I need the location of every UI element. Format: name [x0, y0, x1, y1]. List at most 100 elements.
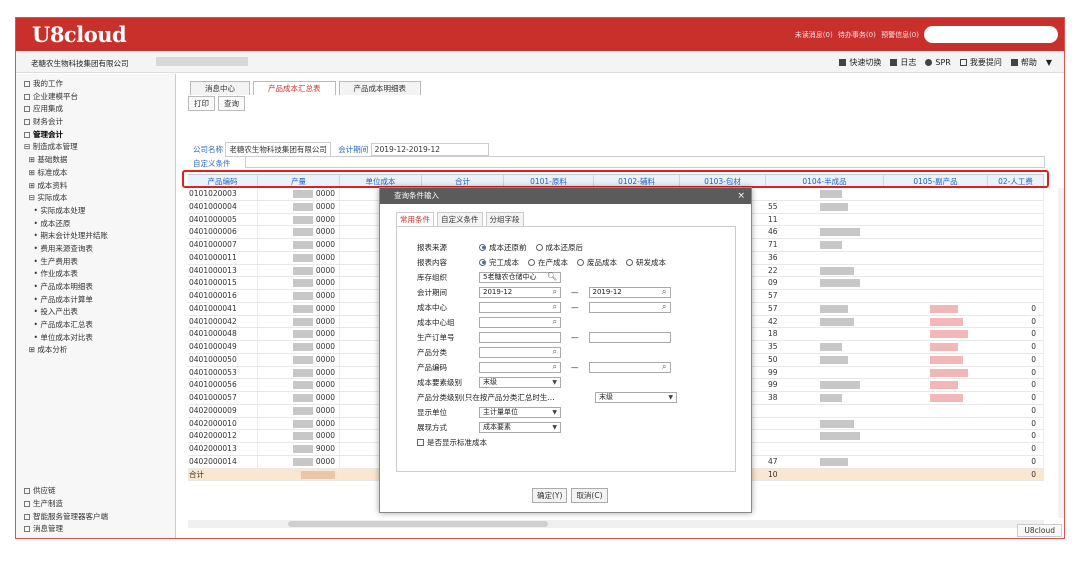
ok-button[interactable]: 确定(Y)	[532, 488, 568, 503]
period-from-input[interactable]: 2019-12 ⌕	[479, 286, 561, 298]
global-search-input[interactable]	[924, 26, 1058, 43]
vertical-scrollbar[interactable]	[1058, 188, 1064, 518]
app-logo: U8cloud	[32, 22, 127, 47]
radio-rnd[interactable]: 研发成本	[626, 257, 666, 268]
labor-cost-value: 0	[1031, 393, 1036, 402]
quick-switch-button[interactable]: 快速切换	[839, 57, 881, 68]
sidebar-item[interactable]: 应用集成	[24, 103, 175, 116]
warehouse-row: 库存组织 5老糖农仓储中心 🔍︎	[417, 271, 561, 283]
cost-center-group-input[interactable]: ⌕	[479, 316, 561, 328]
notices: 未读消息(0) 待办事务(0) 预警信息(0)	[792, 30, 919, 40]
cost-center-from-input[interactable]: ⌕	[479, 301, 561, 313]
cat-level-select[interactable]: 末级 ▼	[595, 391, 677, 403]
labor-cost-value: 0	[1031, 367, 1036, 377]
tab-custom-conditions[interactable]: 自定义条件	[437, 212, 483, 227]
sidebar-item[interactable]: • 成本还原	[24, 218, 175, 231]
ask-question-button[interactable]: 我要提问	[959, 57, 1002, 68]
alert-link[interactable]: 预警信息(0)	[881, 31, 919, 39]
sidebar-item[interactable]: • 期末会计处理并结账	[24, 230, 175, 243]
sidebar-item[interactable]: • 产品成本明细表	[24, 281, 175, 294]
help-button[interactable]: 帮助	[1010, 57, 1037, 68]
spr-button[interactable]: SPR	[925, 57, 951, 68]
search-icon[interactable]: 🔍︎	[547, 272, 557, 281]
todo-link[interactable]: 待办事务(0)	[838, 31, 876, 39]
company-filter-value: 老糖农生物科技集团有限公司	[225, 142, 331, 157]
order-to-input[interactable]	[588, 331, 671, 343]
sidebar-item[interactable]: 财务会计	[24, 116, 175, 129]
sidebar-item[interactable]: ⊞ 标准成本	[24, 167, 175, 180]
unread-messages-link[interactable]: 未读消息(0)	[795, 31, 833, 39]
search-icon[interactable]: ⌕	[553, 317, 557, 326]
radio-after-restore[interactable]: 成本还原后	[535, 242, 583, 253]
category-input[interactable]: ⌕	[479, 346, 561, 358]
product-code-cell: 0401000004	[188, 200, 258, 213]
period-to-input[interactable]: 2019-12 ⌕	[588, 286, 671, 298]
sidebar-item[interactable]: • 产品成本汇总表	[24, 319, 175, 332]
horizontal-scrollbar[interactable]	[188, 520, 1044, 528]
log-button[interactable]: 日志	[890, 57, 916, 68]
nav-messages[interactable]: 消息管理	[24, 523, 175, 536]
sidebar-item[interactable]: 管理会计	[24, 129, 175, 142]
sidebar-item[interactable]: 我的工作	[24, 78, 175, 91]
sidebar-item[interactable]: ⊟ 实际成本	[24, 192, 175, 205]
spr-icon	[925, 59, 933, 66]
radio-in-process[interactable]: 在产成本	[528, 257, 568, 268]
sidebar-item[interactable]: • 作业成本表	[24, 268, 175, 281]
help-icon	[1010, 59, 1018, 66]
search-icon[interactable]: ⌕	[662, 302, 666, 311]
sidebar-item[interactable]: ⊟ 制造成本管理	[24, 141, 175, 154]
radio-before-restore[interactable]: 成本还原前	[479, 242, 527, 253]
sidebar-item[interactable]: • 费用来源查询表	[24, 243, 175, 256]
cost-center-to-input[interactable]: ⌕	[588, 301, 671, 313]
radio-finished[interactable]: 完工成本	[479, 257, 519, 268]
nav-service-manager[interactable]: 智能服务管理器客户端	[24, 511, 175, 524]
cost-value-fragment: 55	[768, 201, 778, 211]
sidebar-item[interactable]: ⊞ 成本分析	[24, 344, 175, 357]
product-code-cell: 0401000015	[188, 277, 258, 289]
tab-message-center[interactable]: 消息中心	[190, 81, 250, 95]
search-icon[interactable]: ⌕	[553, 362, 557, 371]
search-icon[interactable]: ⌕	[553, 302, 557, 311]
order-from-input[interactable]	[479, 331, 561, 343]
element-level-select[interactable]: 末级 ▼	[479, 376, 561, 388]
cost-value-fragment: 99	[768, 367, 778, 377]
std-cost-row[interactable]: 是否显示标准成本	[417, 436, 487, 448]
product-code-to-input[interactable]: ⌕	[588, 361, 671, 373]
close-icon[interactable]: ×	[737, 188, 745, 204]
nav-manufacturing[interactable]: 生产制造	[24, 498, 175, 511]
scroll-thumb[interactable]	[288, 521, 548, 527]
quantity-cell: 0000	[258, 328, 340, 340]
radio-scrap[interactable]: 废品成本	[577, 257, 617, 268]
custom-condition-input[interactable]	[245, 156, 1045, 168]
sidebar-item[interactable]: • 产品成本计算单	[24, 294, 175, 307]
sidebar-item[interactable]: • 单位成本对比表	[24, 332, 175, 345]
sidebar-item[interactable]: • 投入产出表	[24, 306, 175, 319]
sidebar-item[interactable]: ⊞ 成本资料	[24, 180, 175, 193]
std-cost-checkbox[interactable]	[417, 438, 424, 446]
query-button[interactable]: 查询	[218, 96, 245, 111]
unit-select[interactable]: 主计量单位 ▼	[479, 406, 561, 418]
nav-supply-chain[interactable]: 供应链	[24, 485, 175, 498]
sidebar-item[interactable]: • 实际成本处理	[24, 205, 175, 218]
tab-common-conditions[interactable]: 常用条件	[396, 212, 434, 227]
tab-cost-summary[interactable]: 产品成本汇总表	[253, 81, 336, 95]
search-icon[interactable]: ⌕	[662, 287, 666, 296]
radio-dot-icon	[577, 258, 584, 266]
warehouse-input[interactable]: 5老糖农仓储中心 🔍︎	[479, 271, 561, 283]
search-icon[interactable]: ⌕	[553, 347, 557, 356]
tab-group-fields[interactable]: 分组字段	[485, 212, 524, 227]
display-select[interactable]: 成本要素 ▼	[479, 421, 561, 433]
sidebar-item[interactable]: 企业建模平台	[24, 91, 175, 104]
search-icon[interactable]: ⌕	[662, 362, 666, 371]
sidebar-item[interactable]: • 生产费用表	[24, 256, 175, 269]
blurred-info	[156, 57, 248, 66]
search-icon[interactable]: ⌕	[553, 287, 557, 296]
chevron-down-icon[interactable]: ▼	[1046, 57, 1052, 68]
redacted-value	[820, 457, 848, 466]
cancel-button[interactable]: 取消(C)	[571, 488, 608, 503]
sidebar-item-label: • 作业成本表	[24, 269, 78, 279]
sidebar-item[interactable]: ⊞ 基础数据	[24, 154, 175, 167]
product-code-from-input[interactable]: ⌕	[479, 361, 561, 373]
tab-cost-detail[interactable]: 产品成本明细表	[338, 81, 421, 95]
print-button[interactable]: 打印	[188, 96, 215, 111]
